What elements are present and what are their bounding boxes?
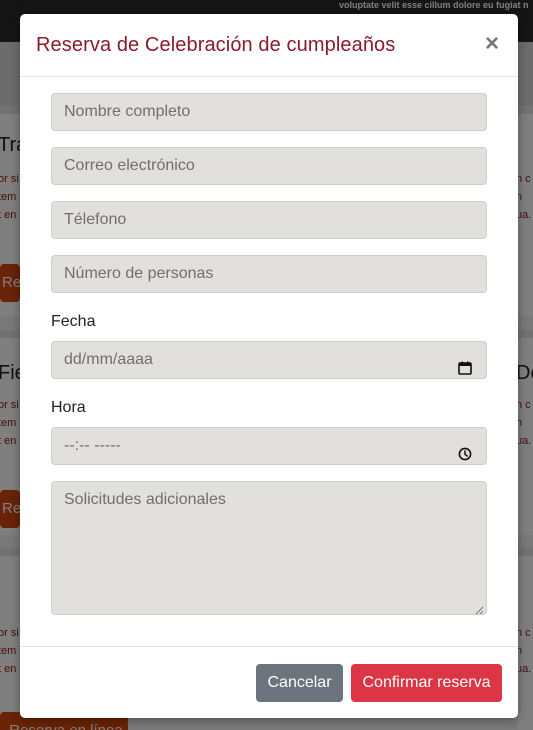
requests-placeholder: Solicitudes adicionales (64, 491, 226, 508)
date-input[interactable]: dd/mm/aaaa (51, 341, 487, 379)
calendar-icon[interactable] (458, 353, 472, 375)
phone-input[interactable]: Télefono (51, 201, 487, 239)
close-icon[interactable]: × (482, 32, 502, 56)
time-input[interactable]: --:-- ----- (51, 427, 487, 465)
additional-requests-textarea[interactable]: Solicitudes adicionales (51, 481, 487, 615)
clock-icon[interactable] (458, 439, 472, 461)
modal-title: Reserva de Celebración de cumpleaños (36, 34, 396, 56)
cancel-button[interactable]: Cancelar (256, 664, 343, 702)
email-input[interactable]: Correo electrónico (51, 147, 487, 185)
confirm-reservation-button[interactable]: Confirmar reserva (351, 664, 502, 702)
date-placeholder: dd/mm/aaaa (64, 351, 153, 368)
modal-footer: Cancelar Confirmar reserva (20, 646, 518, 718)
date-label: Fecha (51, 313, 96, 330)
time-placeholder: --:-- ----- (64, 437, 121, 454)
modal-header: Reserva de Celebración de cumpleaños × (20, 14, 518, 77)
people-count-input[interactable]: Número de personas (51, 255, 487, 293)
resize-handle-icon[interactable] (474, 602, 484, 615)
name-input[interactable]: Nombre completo (51, 93, 487, 131)
reservation-modal: Reserva de Celebración de cumpleaños × N… (20, 14, 518, 718)
time-label: Hora (51, 399, 86, 416)
